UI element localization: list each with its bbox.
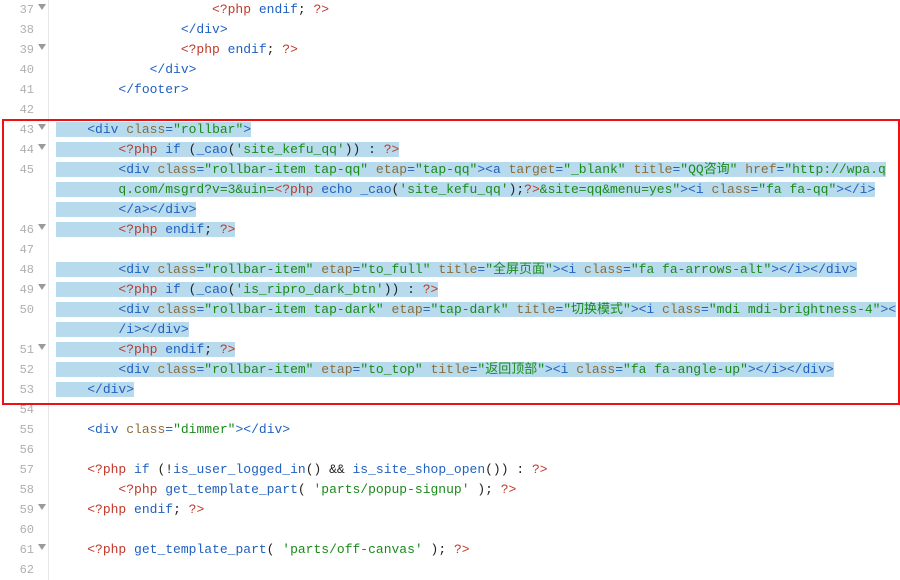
line-number[interactable]: 51 bbox=[0, 340, 48, 360]
fold-icon[interactable] bbox=[38, 504, 46, 510]
line-number[interactable]: 56 bbox=[0, 440, 48, 460]
line-number[interactable]: 45 bbox=[0, 160, 48, 180]
code-line[interactable]: <div class="rollbar-item tap-qq" etap="t… bbox=[48, 160, 900, 180]
code-line[interactable] bbox=[48, 560, 900, 580]
code-line[interactable]: <?php endif; ?> bbox=[48, 500, 900, 520]
code-line[interactable]: <div class="rollbar-item" etap="to_top" … bbox=[48, 360, 900, 380]
fold-icon[interactable] bbox=[38, 124, 46, 130]
code-line[interactable] bbox=[48, 240, 900, 260]
code-line[interactable]: <div class="rollbar"> bbox=[48, 120, 900, 140]
line-number[interactable]: 52 bbox=[0, 360, 48, 380]
line-number[interactable] bbox=[0, 180, 48, 200]
code-line[interactable]: <div class="rollbar-item" etap="to_full"… bbox=[48, 260, 900, 280]
code-line[interactable]: <?php get_template_part( 'parts/off-canv… bbox=[48, 540, 900, 560]
line-number[interactable]: 37 bbox=[0, 0, 48, 20]
code-line[interactable]: </div> bbox=[48, 60, 900, 80]
line-number[interactable]: 40 bbox=[0, 60, 48, 80]
line-number[interactable]: 55 bbox=[0, 420, 48, 440]
line-number[interactable] bbox=[0, 320, 48, 340]
code-line[interactable]: <?php if (_cao('site_kefu_qq')) : ?> bbox=[48, 140, 900, 160]
line-number[interactable]: 59 bbox=[0, 500, 48, 520]
line-number[interactable]: 58 bbox=[0, 480, 48, 500]
line-number[interactable]: 57 bbox=[0, 460, 48, 480]
line-number[interactable]: 54 bbox=[0, 400, 48, 420]
code-line[interactable]: <?php endif; ?> bbox=[48, 340, 900, 360]
fold-icon[interactable] bbox=[38, 4, 46, 10]
code-line[interactable]: <?php endif; ?> bbox=[48, 40, 900, 60]
line-number[interactable]: 49 bbox=[0, 280, 48, 300]
line-number[interactable]: 47 bbox=[0, 240, 48, 260]
fold-icon[interactable] bbox=[38, 144, 46, 150]
fold-icon[interactable] bbox=[38, 284, 46, 290]
line-number[interactable]: 60 bbox=[0, 520, 48, 540]
code-line[interactable]: <?php endif; ?> bbox=[48, 0, 900, 20]
fold-icon[interactable] bbox=[38, 344, 46, 350]
fold-icon[interactable] bbox=[38, 224, 46, 230]
code-line[interactable] bbox=[48, 400, 900, 420]
code-line[interactable]: </footer> bbox=[48, 80, 900, 100]
code-line[interactable]: <?php if (!is_user_logged_in() && is_sit… bbox=[48, 460, 900, 480]
code-line[interactable]: </a></div> bbox=[48, 200, 900, 220]
code-editor[interactable]: 373839404142434445 4647484950 515253545556… bbox=[0, 0, 900, 580]
line-number[interactable]: 41 bbox=[0, 80, 48, 100]
line-number[interactable]: 53 bbox=[0, 380, 48, 400]
code-line[interactable] bbox=[48, 520, 900, 540]
line-number[interactable]: 48 bbox=[0, 260, 48, 280]
code-line[interactable]: <div class="dimmer"></div> bbox=[48, 420, 900, 440]
line-number[interactable]: 46 bbox=[0, 220, 48, 240]
fold-icon[interactable] bbox=[38, 44, 46, 50]
code-line[interactable]: </div> bbox=[48, 380, 900, 400]
code-line[interactable]: <?php if (_cao('is_ripro_dark_btn')) : ?… bbox=[48, 280, 900, 300]
code-line[interactable]: <div class="rollbar-item tap-dark" etap=… bbox=[48, 300, 900, 320]
line-number[interactable]: 50 bbox=[0, 300, 48, 320]
line-number[interactable]: 43 bbox=[0, 120, 48, 140]
line-number[interactable]: 44 bbox=[0, 140, 48, 160]
line-number[interactable]: 39 bbox=[0, 40, 48, 60]
line-number-gutter[interactable]: 373839404142434445 4647484950 515253545556… bbox=[0, 0, 49, 580]
code-line[interactable] bbox=[48, 440, 900, 460]
line-number[interactable]: 62 bbox=[0, 560, 48, 580]
code-body[interactable]: <?php endif; ?> </div> <?php endif; ?> <… bbox=[48, 0, 900, 580]
line-number[interactable]: 42 bbox=[0, 100, 48, 120]
code-line[interactable] bbox=[48, 100, 900, 120]
line-number[interactable]: 61 bbox=[0, 540, 48, 560]
code-line[interactable]: /i></div> bbox=[48, 320, 900, 340]
line-number[interactable] bbox=[0, 200, 48, 220]
fold-icon[interactable] bbox=[38, 544, 46, 550]
code-line[interactable]: <?php endif; ?> bbox=[48, 220, 900, 240]
code-line[interactable]: </div> bbox=[48, 20, 900, 40]
line-number[interactable]: 38 bbox=[0, 20, 48, 40]
code-line[interactable]: q.com/msgrd?v=3&uin=<?php echo _cao('sit… bbox=[48, 180, 900, 200]
code-line[interactable]: <?php get_template_part( 'parts/popup-si… bbox=[48, 480, 900, 500]
